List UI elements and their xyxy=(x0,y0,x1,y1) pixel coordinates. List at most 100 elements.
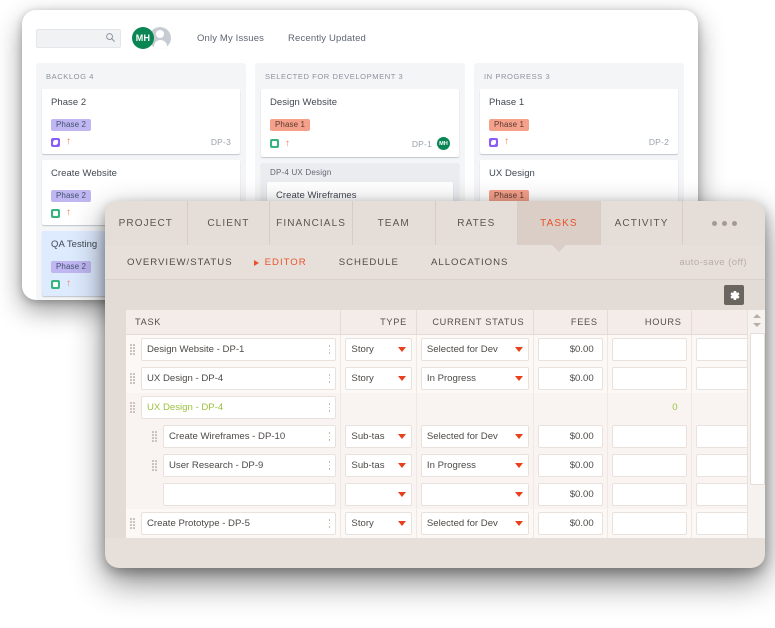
cell-type[interactable]: Sub-tas xyxy=(341,451,416,480)
fees-input[interactable]: $0.00 xyxy=(538,425,602,448)
drag-handle-icon[interactable] xyxy=(130,518,138,529)
status-select[interactable] xyxy=(421,483,529,506)
board-card[interactable]: Phase 1 Phase 1 ↑ DP-2 xyxy=(480,89,678,154)
fees-input[interactable]: $0.00 xyxy=(538,483,602,506)
table-row-group[interactable]: UX Design - DP-4 0 xyxy=(126,393,765,422)
table-row[interactable]: Design Website - DP-1 Story xyxy=(126,335,765,365)
column-header-fees[interactable]: FEES xyxy=(534,310,607,335)
cell-status[interactable]: Selected for Dev xyxy=(416,335,533,365)
vertical-scrollbar[interactable] xyxy=(747,310,765,538)
table-row[interactable]: UX Design - DP-4 Story xyxy=(126,364,765,393)
subnav-editor[interactable]: EDITOR xyxy=(265,257,307,268)
subnav-overview-status[interactable]: OVERVIEW/STATUS xyxy=(127,257,233,268)
scrollbar-thumb[interactable] xyxy=(750,333,765,485)
cell-fees[interactable]: $0.00 xyxy=(534,480,607,509)
cell-task[interactable]: Create Prototype - DP-5 xyxy=(126,509,341,538)
hours-input[interactable] xyxy=(612,454,687,477)
hours-input[interactable] xyxy=(612,483,687,506)
subnav-allocations[interactable]: ALLOCATIONS xyxy=(431,257,508,268)
column-header-hours[interactable]: HOURS xyxy=(607,310,691,335)
status-select[interactable]: Selected for Dev xyxy=(421,425,529,448)
cell-hours[interactable] xyxy=(607,480,691,509)
cell-status[interactable]: In Progress xyxy=(416,364,533,393)
cell-fees[interactable]: $0.00 xyxy=(534,451,607,480)
gear-icon[interactable] xyxy=(724,285,744,305)
cell-fees[interactable]: $0.00 xyxy=(534,422,607,451)
type-select[interactable]: Story xyxy=(345,367,411,390)
cell-task[interactable] xyxy=(126,480,341,509)
drag-handle-icon[interactable] xyxy=(130,402,138,413)
type-select[interactable] xyxy=(345,483,411,506)
task-name-input[interactable]: User Research - DP-9 xyxy=(163,454,336,477)
cell-status[interactable]: Selected for Dev xyxy=(416,509,533,538)
cell-status[interactable] xyxy=(416,480,533,509)
fees-input[interactable]: $0.00 xyxy=(538,454,602,477)
drag-handle-icon[interactable] xyxy=(130,373,138,384)
tab-client[interactable]: CLIENT xyxy=(188,201,271,245)
tab-tasks[interactable]: TASKS xyxy=(518,201,601,245)
hours-input[interactable] xyxy=(612,425,687,448)
cell-hours[interactable] xyxy=(607,335,691,365)
hours-input[interactable] xyxy=(612,338,687,361)
drag-handle-icon[interactable] xyxy=(130,344,138,355)
type-select[interactable]: Story xyxy=(345,338,411,361)
status-select[interactable]: In Progress xyxy=(421,367,529,390)
table-row[interactable]: Create Wireframes - DP-10 Sub-tas xyxy=(126,422,765,451)
fees-input[interactable]: $0.00 xyxy=(538,338,602,361)
filter-only-my-issues[interactable]: Only My Issues xyxy=(197,33,264,44)
row-menu-icon[interactable] xyxy=(325,374,331,383)
avatar[interactable]: MH xyxy=(437,137,450,150)
cell-hours[interactable] xyxy=(607,509,691,538)
task-name-input[interactable]: UX Design - DP-4 xyxy=(141,367,336,390)
cell-fees[interactable]: $0.00 xyxy=(534,335,607,365)
hours-input[interactable] xyxy=(612,367,687,390)
cell-task[interactable]: UX Design - DP-4 xyxy=(126,364,341,393)
board-card[interactable]: Design Website Phase 1 ↑ DP-1 MH xyxy=(261,89,459,157)
status-select[interactable]: Selected for Dev xyxy=(421,338,529,361)
drag-handle-icon[interactable] xyxy=(152,460,160,471)
cell-task[interactable]: Design Website - DP-1 xyxy=(126,335,341,365)
status-select[interactable]: Selected for Dev xyxy=(421,512,529,535)
scroll-up-icon[interactable] xyxy=(753,314,761,318)
task-name-input[interactable]: Create Wireframes - DP-10 xyxy=(163,425,336,448)
search-input[interactable] xyxy=(36,29,121,48)
type-select[interactable]: Sub-tas xyxy=(345,425,411,448)
cell-status[interactable]: In Progress xyxy=(416,451,533,480)
cell-fees[interactable]: $0.00 xyxy=(534,509,607,538)
avatar[interactable]: MH xyxy=(132,27,154,49)
task-name-input[interactable]: UX Design - DP-4 xyxy=(141,396,336,419)
scroll-down-icon[interactable] xyxy=(753,323,761,327)
board-card[interactable]: Phase 2 Phase 2 ↑ DP-3 xyxy=(42,89,240,154)
row-menu-icon[interactable] xyxy=(325,519,331,528)
cell-type[interactable]: Story xyxy=(341,364,416,393)
task-name-input[interactable]: Create Prototype - DP-5 xyxy=(141,512,336,535)
table-row-empty[interactable]: $0.00 xyxy=(126,480,765,509)
cell-status[interactable]: Selected for Dev xyxy=(416,422,533,451)
cell-type[interactable]: Sub-tas xyxy=(341,422,416,451)
fees-input[interactable]: $0.00 xyxy=(538,512,602,535)
column-header-type[interactable]: TYPE xyxy=(341,310,416,335)
column-header-task[interactable]: TASK xyxy=(126,310,341,335)
task-name-input[interactable] xyxy=(163,483,336,506)
filter-recently-updated[interactable]: Recently Updated xyxy=(288,33,366,44)
cell-type[interactable]: Story xyxy=(341,509,416,538)
cell-type[interactable] xyxy=(341,480,416,509)
row-menu-icon[interactable] xyxy=(325,461,331,470)
table-row[interactable]: User Research - DP-9 Sub-tas xyxy=(126,451,765,480)
tab-financials[interactable]: FINANCIALS xyxy=(270,201,353,245)
cell-hours[interactable] xyxy=(607,364,691,393)
row-menu-icon[interactable] xyxy=(325,403,331,412)
tab-rates[interactable]: RATES xyxy=(436,201,519,245)
task-name-input[interactable]: Design Website - DP-1 xyxy=(141,338,336,361)
type-select[interactable]: Story xyxy=(345,512,411,535)
cell-task[interactable]: Create Wireframes - DP-10 xyxy=(126,422,341,451)
row-menu-icon[interactable] xyxy=(325,432,331,441)
fees-input[interactable]: $0.00 xyxy=(538,367,602,390)
cell-task[interactable]: UX Design - DP-4 xyxy=(126,393,341,422)
drag-handle-icon[interactable] xyxy=(152,431,160,442)
cell-fees[interactable]: $0.00 xyxy=(534,364,607,393)
avatar-group[interactable]: MH xyxy=(132,27,171,49)
tab-project[interactable]: PROJECT xyxy=(105,201,188,245)
hours-input[interactable] xyxy=(612,512,687,535)
subnav-schedule[interactable]: SCHEDULE xyxy=(339,257,399,268)
